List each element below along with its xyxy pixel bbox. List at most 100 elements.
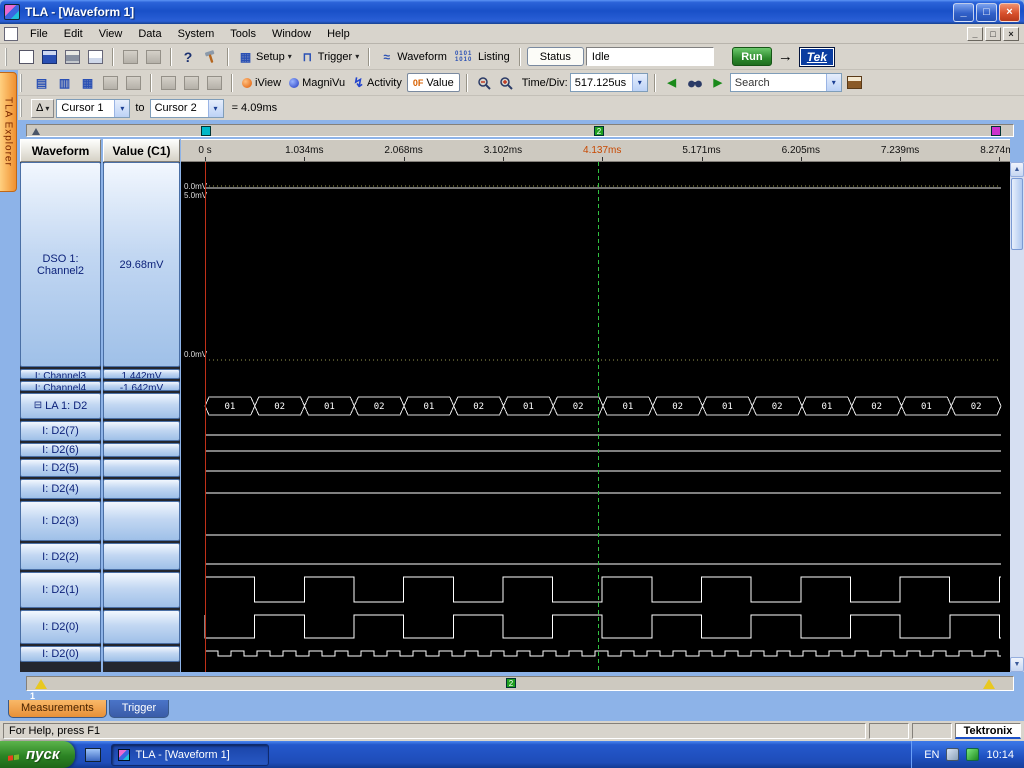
cursor2-select[interactable]: Cursor 2 ▾	[150, 99, 224, 118]
waveform-plot[interactable]: 0.0mV5.0mV0.0mV0102010201020102010201020…	[181, 162, 1010, 672]
search-definitions-button[interactable]	[844, 73, 865, 93]
menu-edit[interactable]: Edit	[56, 26, 91, 42]
mdi-close-button[interactable]: ×	[1003, 27, 1019, 41]
minimize-button[interactable]: _	[953, 3, 974, 22]
find-next-button[interactable]: ▶	[708, 73, 728, 93]
toolbar-grip[interactable]	[20, 99, 25, 117]
help-icon[interactable]: ?	[178, 47, 198, 67]
scrollbar-thumb[interactable]	[1011, 178, 1023, 250]
toolbar-grip[interactable]	[5, 48, 10, 66]
menu-help[interactable]: Help	[319, 26, 358, 42]
magnivu-button[interactable]: MagniVu	[286, 73, 348, 93]
row-value-11[interactable]	[103, 610, 180, 644]
row-label-8[interactable]: I: D2(3)	[20, 501, 101, 541]
scroll-down-icon[interactable]: ▼	[1010, 657, 1024, 672]
row-label-12[interactable]: I: D2(0)	[20, 646, 101, 662]
bus-expand-icon[interactable]: ⊟	[34, 400, 42, 412]
save-button[interactable]	[39, 47, 60, 67]
trigger-button[interactable]: ⊓ Trigger ▾	[297, 47, 362, 67]
vertical-scrollbar[interactable]: ▲ ▼	[1010, 162, 1024, 672]
run-button[interactable]: Run	[732, 47, 772, 66]
row-value-0[interactable]: 29.68mV	[103, 162, 180, 367]
edit-waveform-button[interactable]: ▥	[54, 73, 75, 93]
row-value-1[interactable]: 1.442mV	[103, 369, 180, 379]
timeline-ruler[interactable]: 0 s1.034ms2.068ms3.102ms4.137ms5.171ms6.…	[181, 139, 1010, 162]
value-column-header[interactable]: Value (C1)	[103, 139, 180, 162]
toolbar-grip[interactable]	[20, 74, 25, 92]
row-label-10[interactable]: I: D2(1)	[20, 572, 101, 608]
maximize-button[interactable]: □	[976, 3, 997, 22]
menu-file[interactable]: File	[22, 26, 56, 42]
lock-button[interactable]	[123, 73, 144, 93]
waveform-column-header[interactable]: Waveform	[20, 139, 101, 162]
print-preview-button[interactable]	[85, 47, 106, 67]
menu-data[interactable]: Data	[130, 26, 169, 42]
row-value-5[interactable]	[103, 443, 180, 457]
row-label-1[interactable]: I: Channel3	[20, 369, 101, 379]
print-button[interactable]	[62, 47, 83, 67]
value-button[interactable]: 0F Value	[407, 73, 460, 92]
menu-view[interactable]: View	[91, 26, 131, 42]
close-button[interactable]: ×	[999, 3, 1020, 22]
menu-system[interactable]: System	[170, 26, 223, 42]
chevron-down-icon[interactable]: ▾	[208, 100, 223, 117]
find-button[interactable]	[684, 73, 706, 93]
row-value-2[interactable]: -1.642mV	[103, 381, 180, 391]
bottom-marker-bar[interactable]: 2	[26, 676, 1014, 691]
timediv-select[interactable]: 517.125us ▾	[570, 73, 648, 92]
language-indicator[interactable]: EN	[924, 749, 939, 761]
titlebar[interactable]: TLA - [Waveform 1] _ □ ×	[0, 0, 1024, 24]
row-value-6[interactable]	[103, 459, 180, 477]
tab-measurements[interactable]: Measurements	[8, 700, 107, 718]
tray-icon-1[interactable]	[946, 748, 959, 761]
tray-icon-2[interactable]	[966, 748, 979, 761]
row-label-11[interactable]: I: D2(0)	[20, 610, 101, 644]
goto-button[interactable]: ▦	[77, 73, 98, 93]
search-value[interactable]: Search	[731, 77, 826, 89]
search-select[interactable]: Search ▾	[730, 73, 842, 92]
mark2-handle[interactable]: 2	[506, 678, 516, 688]
waveform-button[interactable]: ≈ Waveform	[376, 47, 450, 67]
row-value-10[interactable]	[103, 572, 180, 608]
copy-button[interactable]	[181, 73, 202, 93]
zoom-out-button[interactable]	[474, 73, 494, 93]
row-label-0[interactable]: DSO 1: Channel2	[20, 162, 101, 367]
row-label-4[interactable]: I: D2(7)	[20, 421, 101, 441]
row-label-3[interactable]: ⊟LA 1: D2	[20, 393, 101, 419]
chevron-down-icon[interactable]: ▾	[826, 74, 841, 91]
task-button-tla[interactable]: TLA - [Waveform 1]	[111, 744, 269, 766]
menu-tools[interactable]: Tools	[222, 26, 264, 42]
row-label-7[interactable]: I: D2(4)	[20, 479, 101, 499]
tla-explorer-tab[interactable]: TLA Explorer	[0, 72, 17, 192]
iview-button[interactable]: iView	[239, 73, 284, 93]
row-value-7[interactable]	[103, 479, 180, 499]
zoom-in-button[interactable]	[496, 73, 516, 93]
properties-button[interactable]	[100, 73, 121, 93]
row-label-5[interactable]: I: D2(6)	[20, 443, 101, 457]
chevron-down-icon[interactable]: ▾	[114, 100, 129, 117]
cursor1-select[interactable]: Cursor 1 ▾	[56, 99, 130, 118]
listing-button[interactable]: 01011010 Listing	[452, 47, 513, 67]
mdi-minimize-button[interactable]: _	[967, 27, 983, 41]
new-document-button[interactable]	[16, 47, 37, 67]
row-label-2[interactable]: I: Channel4	[20, 381, 101, 391]
top-marker-0[interactable]	[201, 126, 211, 136]
top-marker-2[interactable]: 2	[594, 126, 604, 136]
taskbar-clock[interactable]: 10:14	[986, 749, 1014, 761]
cursor1-handle[interactable]	[35, 679, 47, 689]
status-button[interactable]: Status	[527, 47, 584, 66]
top-marker-2[interactable]	[991, 126, 1001, 136]
quick-launch-icon[interactable]	[85, 748, 101, 762]
find-previous-button[interactable]: ◀	[662, 73, 682, 93]
delta-measure-button[interactable]: Δ ▾	[31, 99, 54, 118]
row-value-8[interactable]	[103, 501, 180, 541]
chevron-down-icon[interactable]: ▾	[632, 74, 647, 91]
row-label-6[interactable]: I: D2(5)	[20, 459, 101, 477]
row-value-3[interactable]	[103, 393, 180, 419]
setup-button[interactable]: ▦ Setup ▾	[235, 47, 295, 67]
tab-trigger[interactable]: Trigger	[109, 700, 169, 718]
paste-button[interactable]	[143, 47, 164, 67]
row-value-12[interactable]	[103, 646, 180, 662]
top-marker-bar[interactable]: 2	[26, 124, 1014, 137]
paste-button[interactable]	[204, 73, 225, 93]
